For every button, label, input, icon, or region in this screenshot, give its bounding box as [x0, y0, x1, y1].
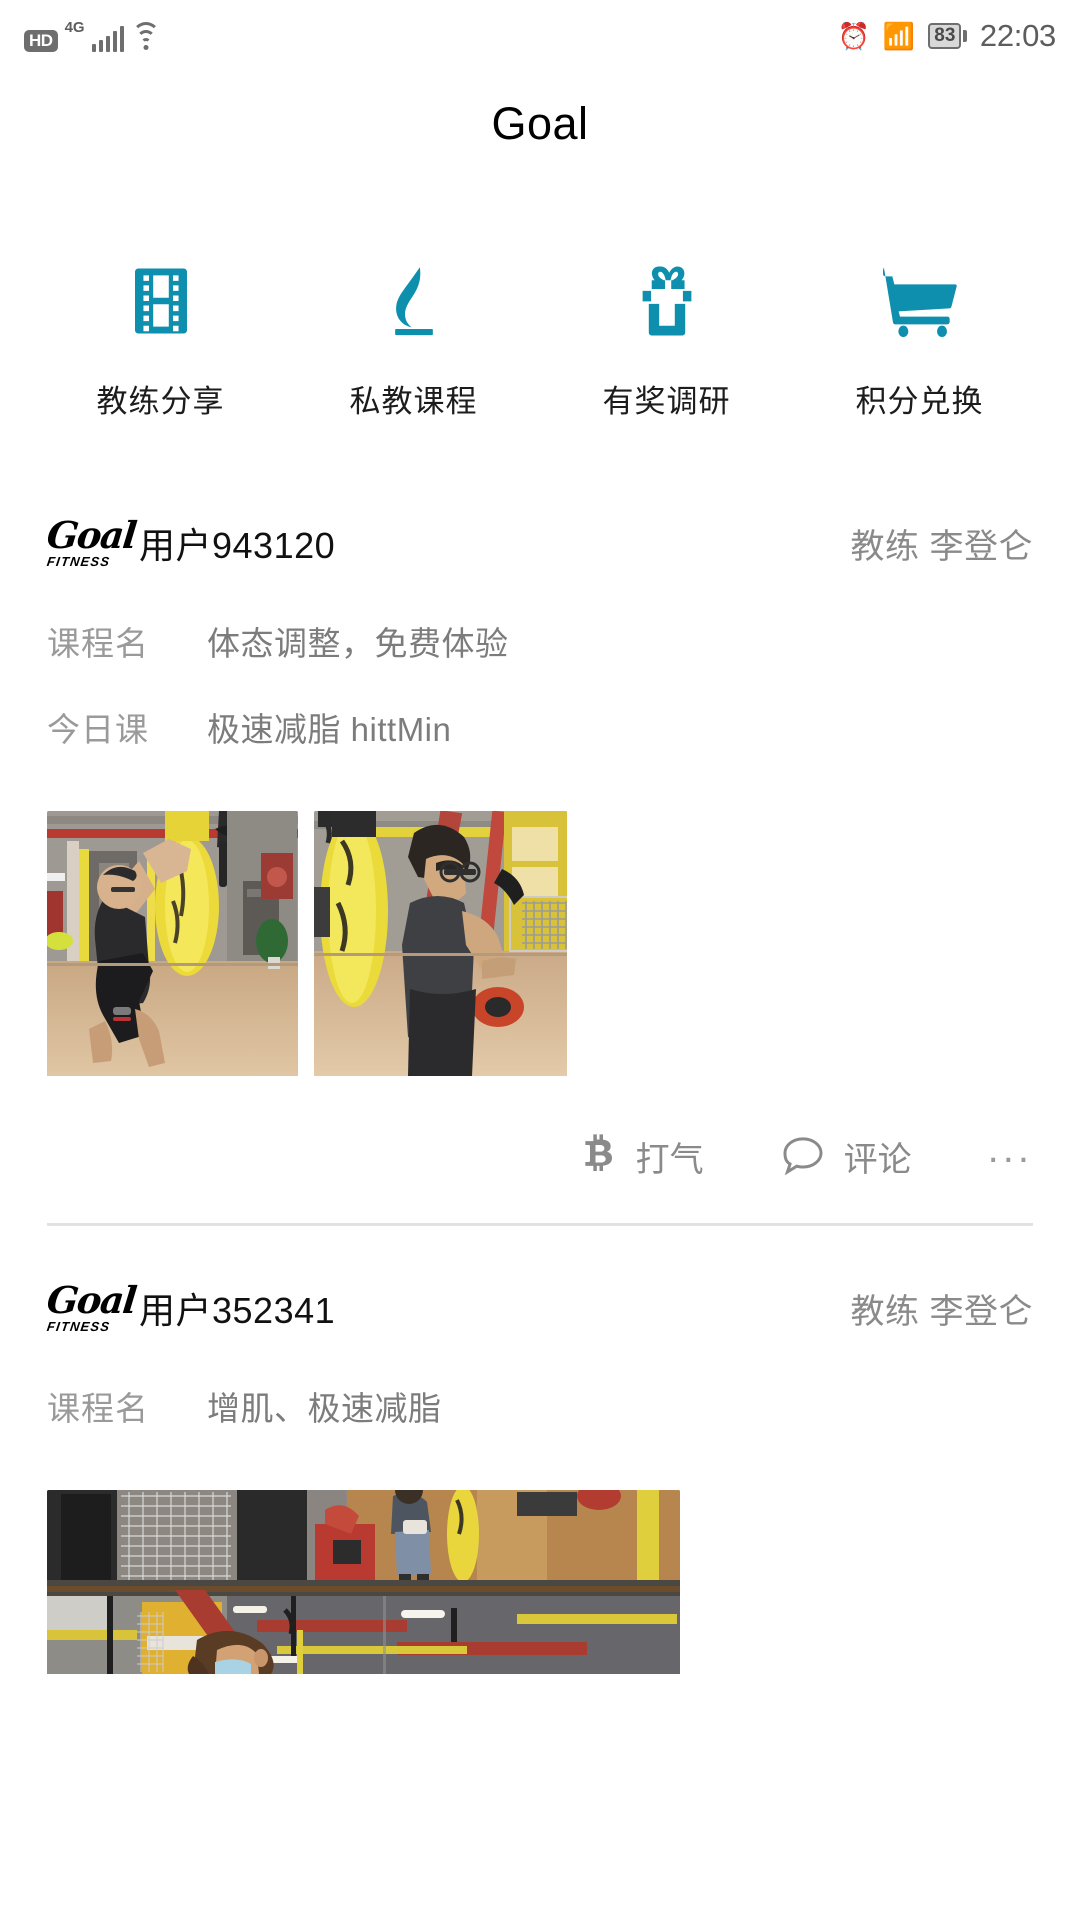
network-type-indicator: 4G [64, 19, 85, 36]
quick-action-personal-course[interactable]: 私教课程 [287, 260, 540, 421]
quick-action-label: 私教课程 [349, 384, 478, 419]
gift-icon [628, 260, 706, 342]
status-bar-right: ⏰ 📶 83 22:03 [837, 18, 1057, 54]
post-username[interactable]: 用户943120 [139, 517, 335, 569]
quick-action-label: 教练分享 [96, 384, 225, 419]
post-field-value: 增肌、极速减脂 [207, 1390, 442, 1427]
page-title: Goal [491, 98, 589, 149]
flame-icon [375, 260, 453, 342]
post-field-value: 极速减脂 hittMin [207, 711, 452, 748]
post-field-label: 课程名 [47, 625, 149, 662]
post-photo[interactable] [314, 811, 567, 1081]
post-username[interactable]: 用户352341 [139, 1282, 335, 1334]
comment-label: 评论 [843, 1140, 912, 1179]
post-photo[interactable] [47, 811, 298, 1081]
status-bar-clock: 22:03 [979, 18, 1056, 53]
film-strip-icon [122, 260, 200, 342]
post-item[interactable]: Goal FITNESS 用户943120 教练 李登仑 课程名 体态调整，免费… [0, 507, 1080, 1226]
quick-action-label: 积分兑换 [855, 384, 984, 419]
post-field-row: 课程名 体态调整，免费体验 [47, 617, 1033, 665]
battery-level-text: 83 [928, 22, 962, 50]
quick-action-survey[interactable]: 有奖调研 [540, 260, 793, 421]
goal-fitness-logo: Goal FITNESS [44, 1277, 138, 1339]
post-field-row: 今日课 极速减脂 hittMin [47, 703, 1033, 751]
comment-button[interactable]: 评论 [780, 1132, 912, 1181]
post-coach-name[interactable]: 教练 李登仑 [851, 1284, 1033, 1333]
shopping-cart-icon [880, 260, 960, 342]
post-field-label: 今日课 [47, 711, 149, 748]
logo-wordmark: Goal [44, 1277, 138, 1322]
bitcoin-icon [578, 1134, 618, 1178]
goal-fitness-logo: Goal FITNESS [44, 512, 138, 574]
post-field-value: 体态调整，免费体验 [207, 625, 509, 662]
quick-actions-bar: 教练分享 私教课程 有奖调研 积分兑换 [0, 260, 1080, 421]
battery-icon: 83 [928, 22, 967, 50]
wifi-icon [131, 22, 161, 52]
post-field-label: 课程名 [47, 1390, 149, 1427]
post-photo-grid [47, 811, 1033, 1081]
logo-subtext: FITNESS [45, 1319, 112, 1335]
status-bar-left: HD 4G [24, 20, 161, 52]
post-item[interactable]: Goal FITNESS 用户352341 教练 李登仑 课程名 增肌、极速减脂 [0, 1226, 1080, 1679]
cheer-button[interactable]: 打气 [578, 1132, 704, 1181]
comment-bubble-icon [780, 1135, 826, 1177]
cheer-label: 打气 [635, 1140, 704, 1179]
signal-bars-icon [91, 26, 125, 52]
bluetooth-icon: 📶 [882, 21, 916, 51]
post-field-row: 课程名 增肌、极速减脂 [47, 1382, 1033, 1430]
status-bar: HD 4G ⏰ 📶 83 22:03 [0, 0, 1080, 72]
alarm-clock-icon: ⏰ [837, 21, 870, 51]
post-header: Goal FITNESS 用户352341 教练 李登仑 [44, 1272, 1033, 1344]
post-header: Goal FITNESS 用户943120 教练 李登仑 [44, 507, 1033, 579]
logo-wordmark: Goal [44, 512, 138, 557]
post-feed: Goal FITNESS 用户943120 教练 李登仑 课程名 体态调整，免费… [0, 507, 1080, 1679]
post-action-bar: 打气 评论 ... [47, 1123, 1033, 1189]
logo-subtext: FITNESS [45, 554, 112, 570]
post-coach-name[interactable]: 教练 李登仑 [851, 519, 1033, 568]
hd-icon: HD [24, 30, 58, 52]
post-photo-grid [47, 1490, 1033, 1679]
quick-action-coach-share[interactable]: 教练分享 [34, 260, 287, 421]
post-photo[interactable] [47, 1490, 680, 1679]
quick-action-label: 有奖调研 [602, 384, 731, 419]
quick-action-points-exchange[interactable]: 积分兑换 [793, 260, 1046, 421]
more-options-button[interactable]: ... [988, 1129, 1033, 1171]
